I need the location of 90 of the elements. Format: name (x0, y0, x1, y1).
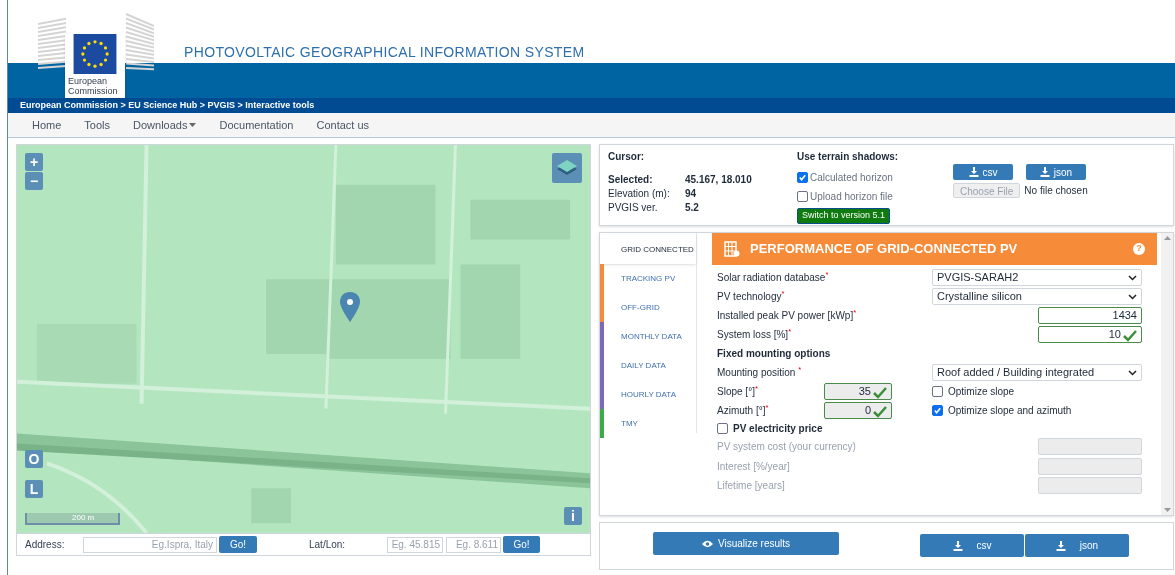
option-label: Calculated horizon (810, 171, 893, 185)
scroll-up-icon (1163, 236, 1171, 240)
calculator-tab[interactable]: TRACKING PV (600, 264, 696, 293)
option-label: Optimize slope (948, 385, 1015, 399)
checkbox[interactable] (797, 172, 808, 183)
calculator-tab[interactable]: TMY (600, 409, 696, 438)
option-label: Upload horizon file (810, 190, 893, 204)
scroll-down-icon (1163, 508, 1171, 512)
field-label: PV technology$^{*}$ (717, 289, 785, 304)
field-label: PV system cost (your currency) (717, 440, 856, 455)
info-value: 5.2 (685, 201, 699, 214)
zoom-in-button[interactable]: + (25, 153, 43, 171)
chevron-icon (1128, 293, 1137, 300)
calculator-tab[interactable]: GRID CONNECTED (600, 235, 696, 264)
nav-link[interactable]: Documentation (219, 116, 294, 134)
select-field[interactable]: PVGIS-SARAH2 (932, 269, 1142, 286)
checkmark-icon (873, 406, 887, 418)
cursor-label: Cursor: (608, 150, 646, 164)
info-value: 45.167, 18.010 (685, 173, 752, 186)
latitude-field[interactable]: Eg. 45.815 (387, 536, 443, 553)
address-field[interactable]: Eg.Ispra, Italy (83, 536, 217, 553)
field-label: Installed peak PV power [kWp]$^{*}$ (717, 308, 857, 323)
calculator-tab[interactable]: OFF-GRID (600, 293, 696, 322)
number-field[interactable]: 10 (1038, 326, 1142, 343)
zoom-out-button[interactable]: − (25, 172, 43, 190)
field-label: Solar radiation database$^{*}$ (717, 270, 829, 285)
info-value: 94 (685, 187, 697, 200)
layers-icon (556, 159, 578, 177)
section-heading: Fixed mounting options (717, 347, 831, 361)
visualize-results-button[interactable]: Visualize results (653, 532, 839, 555)
field-label: Lifetime [years] (717, 479, 785, 494)
info-label: PVGIS ver. (608, 201, 659, 214)
nav-link[interactable]: Downloads (133, 116, 197, 134)
number-field[interactable]: 1434 (1038, 307, 1142, 324)
field-label: System loss [%]$^{*}$ (717, 327, 792, 342)
chevron-icon (1128, 369, 1137, 376)
address-label: Address: (25, 538, 66, 552)
section-heading: PV electricity price (733, 422, 823, 436)
checkbox[interactable] (932, 405, 943, 416)
nav-link[interactable]: Home (32, 116, 62, 134)
site-title: PHOTOVOLTAIC GEOGRAPHICAL INFORMATION SYSTEM (184, 43, 585, 62)
download-button[interactable]: json (1026, 164, 1086, 180)
download-icon (1039, 167, 1050, 177)
solar-panel-icon (724, 241, 740, 257)
field-label: Azimuth [°]$^{*}$ (717, 403, 770, 418)
shadows-title: Use terrain shadows: (797, 150, 900, 164)
nav-link[interactable]: Tools (84, 116, 111, 134)
checkmark-icon (873, 387, 887, 399)
field-label: Interest [%/year] (717, 459, 790, 474)
info-button[interactable]: i (564, 507, 582, 525)
map-mode-button[interactable]: O (25, 450, 43, 468)
field-label: Mounting position $^{*}$ (717, 365, 802, 380)
checkbox[interactable] (717, 423, 728, 434)
map-mode-button[interactable]: L (25, 480, 43, 498)
select-field[interactable]: Crystalline silicon (932, 288, 1142, 305)
go-button[interactable]: Go! (503, 536, 540, 553)
caret-icon (189, 123, 197, 127)
switch-version-button[interactable]: Switch to version 5.1 (797, 208, 891, 224)
download-icon (1055, 540, 1066, 551)
scale-bar: 200 m (25, 513, 120, 525)
nav-link[interactable]: Contact us (316, 116, 370, 134)
download-button[interactable]: csv (953, 164, 1013, 180)
file-status: No file chosen (1024, 184, 1088, 198)
select-field[interactable]: Roof added / Building integrated (932, 364, 1142, 381)
checkbox[interactable] (932, 386, 943, 397)
calculator-tab[interactable]: HOURLY DATA (600, 380, 696, 409)
panel-title: PERFORMANCE OF GRID-CONNECTED PV (750, 240, 1018, 259)
download-icon (968, 167, 979, 177)
latlon-label: Lat/Lon: (309, 538, 347, 552)
calculator-tab[interactable]: MONTHLY DATA (600, 322, 696, 351)
checkmark-icon (1123, 330, 1137, 342)
download-icon (952, 540, 963, 551)
field-label: Slope [°]$^{*}$ (717, 384, 759, 399)
download-button[interactable]: json (1025, 534, 1129, 557)
option-label: Optimize slope and azimuth (948, 404, 1072, 418)
checkbox[interactable] (797, 191, 808, 202)
angle-field[interactable]: 35 (824, 383, 892, 400)
eye-icon (701, 539, 713, 548)
longitude-field[interactable]: Eg. 8.611 (446, 536, 501, 553)
breadcrumb: European Commission > EU Science Hub > PVGIS > Interactive tools (20, 100, 315, 110)
calculator-tab[interactable]: DAILY DATA (600, 351, 696, 380)
info-label: Elevation (m): (608, 187, 671, 200)
go-button[interactable]: Go! (219, 536, 257, 553)
angle-field[interactable]: 0 (824, 402, 892, 419)
info-label: Selected: (608, 173, 654, 186)
layers-button[interactable] (552, 153, 582, 183)
chevron-icon (1128, 274, 1137, 281)
map-pin-icon (340, 292, 360, 322)
logo-text: European Commission (67, 75, 115, 96)
download-button[interactable]: csv (920, 534, 1024, 557)
